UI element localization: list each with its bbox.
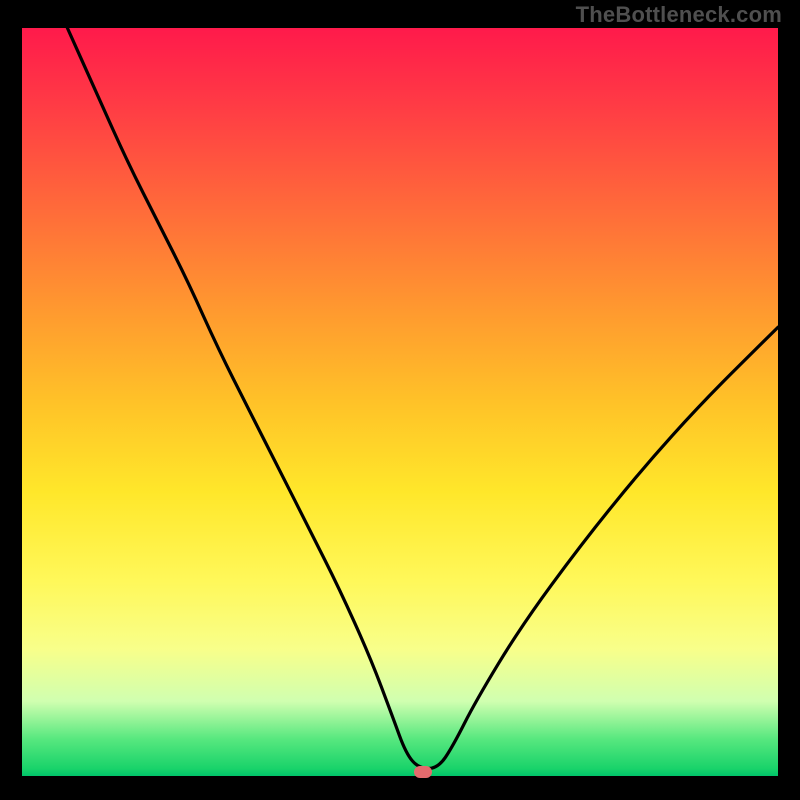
chart-stage: TheBottleneck.com: [0, 0, 800, 800]
watermark-text: TheBottleneck.com: [576, 2, 782, 28]
plot-area: [22, 28, 778, 776]
bottleneck-curve: [22, 28, 778, 776]
bottleneck-marker: [414, 766, 432, 778]
